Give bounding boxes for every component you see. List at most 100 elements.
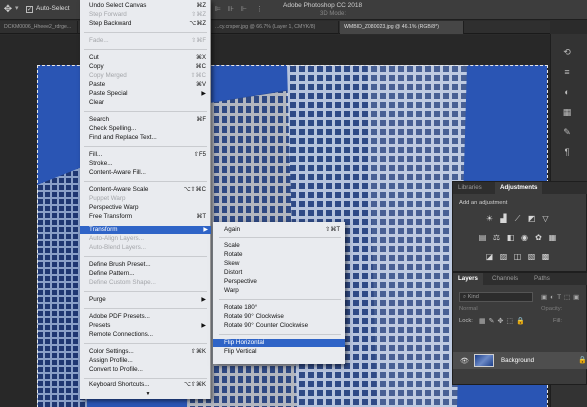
- levels-icon[interactable]: ▟: [498, 214, 509, 224]
- menu-item-color-settings[interactable]: Color Settings... ⇧⌘K: [89, 348, 207, 356]
- menu-item-find-replace[interactable]: Find and Replace Text...: [89, 134, 207, 142]
- threshold-icon[interactable]: ◫: [512, 252, 523, 262]
- menu-item-content-aware-fill[interactable]: Content-Aware Fill...: [89, 169, 207, 177]
- color-icon[interactable]: ◐: [561, 86, 573, 98]
- menu-item-auto-blend: Auto-Blend Layers...: [89, 244, 207, 252]
- menu-item-cut[interactable]: Cut ⌘X: [89, 54, 207, 62]
- document-tab[interactable]: ...cy.crsper.jpg @ 66.7% (Layer 1, CMYK/…: [211, 21, 339, 34]
- menu-item-label: Adobe PDF Presets...: [89, 313, 150, 320]
- exposure-icon[interactable]: ◩: [526, 214, 537, 224]
- vibrance-icon[interactable]: ▽: [540, 214, 551, 224]
- adjustments-panel: Libraries Adjustments Add an adjustment …: [452, 181, 587, 272]
- brush-icon[interactable]: ✎: [561, 126, 573, 138]
- menu-item-presets[interactable]: Presets ▶: [89, 322, 207, 330]
- menu-item-flip-vertical[interactable]: Flip Vertical: [224, 348, 341, 356]
- menu-item-free-transform[interactable]: Free Transform ⌘T: [89, 213, 207, 221]
- menu-item-pdf-presets[interactable]: Adobe PDF Presets...: [89, 313, 207, 321]
- document-tab-active[interactable]: WMBID_Z080023.jpg @ 46.1% (RGB/8*): [340, 21, 464, 34]
- menu-item-paste[interactable]: Paste ⌘V: [89, 81, 207, 89]
- menu-item-rotate[interactable]: Rotate: [224, 251, 341, 259]
- lock-label: Lock:: [459, 318, 473, 324]
- menu-item-label: Stroke...: [89, 160, 113, 167]
- channel-mixer-icon[interactable]: ✿: [533, 233, 544, 243]
- blend-mode-select[interactable]: Normal: [459, 306, 478, 312]
- menu-item-check-spelling[interactable]: Check Spelling...: [89, 125, 207, 133]
- align-center-icon[interactable]: ⊪: [228, 5, 234, 13]
- menu-item-define-brush[interactable]: Define Brush Preset...: [89, 261, 207, 269]
- hue-saturation-icon[interactable]: ▤: [477, 233, 488, 243]
- tab-libraries[interactable]: Libraries: [453, 182, 487, 194]
- eye-icon[interactable]: 👁: [460, 357, 469, 365]
- color-balance-icon[interactable]: ⚖: [491, 233, 502, 243]
- menu-item-keyboard-shortcuts[interactable]: Keyboard Shortcuts... ⌥⇧⌘K: [89, 381, 207, 389]
- submenu-arrow-icon: ▶: [201, 91, 206, 97]
- menu-item-step-backward[interactable]: Step Backward ⌥⌘Z: [89, 20, 207, 28]
- tab-layers[interactable]: Layers: [453, 273, 483, 285]
- black-white-icon[interactable]: ◧: [505, 233, 516, 243]
- menu-item-distort[interactable]: Distort: [224, 269, 341, 277]
- menu-item-scale[interactable]: Scale: [224, 242, 341, 250]
- menu-item-perspective[interactable]: Perspective: [224, 278, 341, 286]
- menu-separator: [84, 49, 207, 50]
- menu-item-perspective-warp[interactable]: Perspective Warp: [89, 204, 207, 212]
- menu-item-clear[interactable]: Clear: [89, 99, 207, 107]
- posterize-icon[interactable]: ▨: [498, 252, 509, 262]
- opacity-label[interactable]: Opacity:: [541, 306, 562, 312]
- menu-item-copy[interactable]: Copy ⌘C: [89, 63, 207, 71]
- layer-filter-select[interactable]: ⌕ Kind: [459, 292, 533, 302]
- menu-item-warp[interactable]: Warp: [224, 287, 341, 295]
- photo-filter-icon[interactable]: ◉: [519, 233, 530, 243]
- lock-icon: 🔒: [578, 357, 587, 364]
- menu-item-transform[interactable]: Transform ▶: [80, 226, 211, 234]
- move-tool-icon[interactable]: ✥: [2, 4, 14, 16]
- align-right-icon[interactable]: ⊩: [241, 5, 247, 13]
- tab-paths[interactable]: Paths: [529, 273, 555, 285]
- menu-item-assign-profile[interactable]: Assign Profile...: [89, 357, 207, 365]
- curves-icon[interactable]: ⟋: [512, 214, 523, 224]
- auto-select-checkbox[interactable]: ✓: [26, 6, 33, 13]
- menu-item-content-aware-scale[interactable]: Content-Aware Scale ⌥⇧⌘C: [89, 186, 207, 194]
- menu-item-paste-special[interactable]: Paste Special ▶: [89, 90, 207, 98]
- invert-icon[interactable]: ◪: [484, 252, 495, 262]
- menu-item-flip-horizontal[interactable]: Flip Horizontal: [213, 339, 345, 347]
- properties-icon[interactable]: ≡: [561, 66, 573, 78]
- menu-item-define-pattern[interactable]: Define Pattern...: [89, 270, 207, 278]
- swatches-icon[interactable]: ▦: [561, 106, 573, 118]
- menu-item-undo[interactable]: Undo Select Canvas ⌘Z: [89, 2, 207, 10]
- document-tab[interactable]: DCKM0006_Hheee2_rdrge...: [0, 21, 78, 34]
- layer-row[interactable]: 👁 Background 🔒: [453, 352, 587, 369]
- menu-item-search[interactable]: Search ⌘F: [89, 116, 207, 124]
- menu-scroll-down-icon[interactable]: ▼: [89, 390, 207, 398]
- menu-item-remote-connections[interactable]: Remote Connections...: [89, 331, 207, 339]
- menu-item-label: Purge: [89, 296, 106, 303]
- menu-item-purge[interactable]: Purge ▶: [89, 296, 207, 304]
- menu-item-rotate-180[interactable]: Rotate 180°: [224, 304, 341, 312]
- fill-label[interactable]: Fill:: [553, 318, 562, 324]
- menu-item-skew[interactable]: Skew: [224, 260, 341, 268]
- edit-menu: Undo Select Canvas ⌘Z Step Forward ⇧⌘Z Ste…: [80, 0, 211, 399]
- gradient-map-icon[interactable]: ▧: [526, 252, 537, 262]
- menu-item-stroke[interactable]: Stroke...: [89, 160, 207, 168]
- color-lookup-icon[interactable]: ▦: [547, 233, 558, 243]
- menu-item-rotate-90-cw[interactable]: Rotate 90° Clockwise: [224, 313, 341, 321]
- menu-item-fill[interactable]: Fill... ⇧F5: [89, 151, 207, 159]
- paragraph-icon[interactable]: ¶: [561, 146, 573, 158]
- menu-item-again[interactable]: Again ⇧⌘T: [224, 226, 341, 234]
- menu-item-label: Transform: [89, 226, 118, 233]
- history-icon[interactable]: ⟲: [561, 46, 573, 58]
- shortcut: ⌥⌘Z: [189, 21, 206, 27]
- tab-adjustments[interactable]: Adjustments: [495, 182, 543, 194]
- brightness-icon[interactable]: ☀: [484, 214, 495, 224]
- layer-filter-icons[interactable]: ▣◐T⬚▣: [541, 293, 582, 301]
- menu-item-label: Auto-Align Layers...: [89, 235, 144, 242]
- distribute-icon[interactable]: ⋮: [256, 5, 263, 13]
- menu-item-rotate-90-ccw[interactable]: Rotate 90° Counter Clockwise: [224, 322, 341, 330]
- menu-item-convert-profile[interactable]: Convert to Profile...: [89, 366, 207, 374]
- menu-item-label: Fill...: [89, 151, 103, 158]
- selective-color-icon[interactable]: ▩: [540, 252, 551, 262]
- tab-channels[interactable]: Channels: [487, 273, 523, 285]
- menu-separator: [84, 308, 207, 309]
- lock-options-icons[interactable]: ▦✎✥⬚🔒: [479, 317, 528, 325]
- align-left-icon[interactable]: ⊫: [215, 5, 221, 13]
- chevron-down-icon[interactable]: ▾: [15, 4, 19, 12]
